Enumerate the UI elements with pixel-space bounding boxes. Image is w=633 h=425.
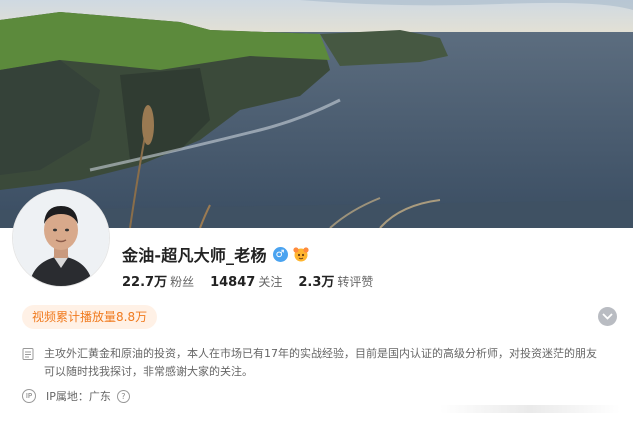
- video-views-tag[interactable]: 视频累计播放量8.8万: [22, 305, 158, 329]
- profile-stats: 22.7万 粉丝 14847 关注 2.3万 转评赞: [122, 271, 389, 290]
- profile-name: 金油-超凡大师_老杨: [122, 246, 267, 265]
- ip-location-icon: IP: [22, 389, 36, 403]
- faded-overlay: [440, 405, 620, 413]
- document-icon: [22, 348, 34, 360]
- profile-description: 主攻外汇黄金和原油的投资，本人在市场已有17年的实战经验，目前是国内认证的高级分…: [44, 347, 597, 378]
- followers-label: 粉丝: [170, 275, 195, 289]
- chevron-down-icon: [602, 313, 613, 320]
- profile-banner: [0, 0, 633, 228]
- following-label: 关注: [258, 275, 283, 289]
- super-fan-badge-icon[interactable]: [292, 246, 310, 262]
- followers-count: 22.7万: [122, 275, 168, 290]
- profile-name-row: 金油-超凡大师_老杨 ♂: [122, 243, 310, 265]
- ip-location-row: IP IP属地：广东 ?: [22, 388, 130, 404]
- following-stat[interactable]: 14847 关注: [210, 273, 282, 290]
- following-count: 14847: [210, 275, 256, 290]
- avatar-image: [13, 190, 109, 286]
- question-circle-icon[interactable]: ?: [116, 389, 130, 403]
- avatar[interactable]: [13, 190, 109, 286]
- reposts-comments-likes-stat: 2.3万 转评赞: [298, 271, 373, 290]
- reposts-comments-likes-label: 转评赞: [337, 275, 374, 289]
- reposts-comments-likes-count: 2.3万: [298, 275, 335, 290]
- ip-location-text: IP属地：广东: [46, 390, 111, 403]
- profile-description-row: 主攻外汇黄金和原油的投资，本人在市场已有17年的实战经验，目前是国内认证的高级分…: [22, 345, 602, 381]
- male-gender-icon: ♂: [272, 246, 288, 262]
- followers-stat[interactable]: 22.7万 粉丝: [122, 271, 194, 290]
- expand-button[interactable]: [598, 307, 617, 326]
